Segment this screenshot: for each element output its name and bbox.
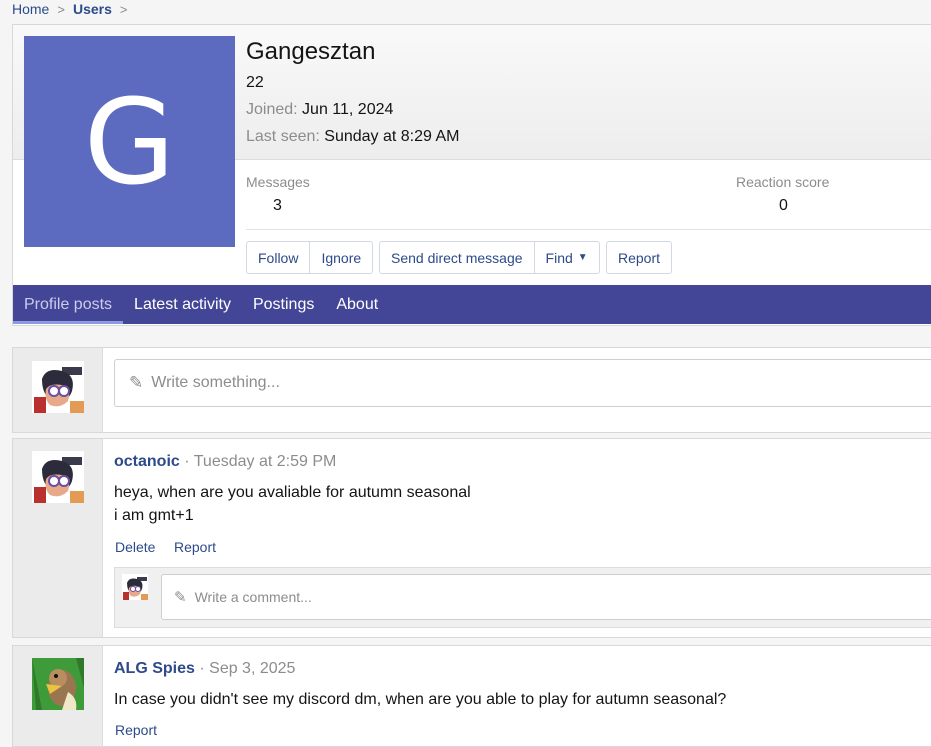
pencil-icon: ✎ [174, 589, 187, 606]
post-body: heya, when are you avaliable for autumn … [114, 481, 471, 527]
last-seen-value: Sunday at 8:29 AM [324, 128, 460, 145]
follow-ignore-group: Follow Ignore [246, 241, 374, 274]
profile-username: Gangesztan [246, 38, 376, 65]
joined-value: Jun 11, 2024 [302, 101, 394, 118]
profile-post: octanoic · Tuesday at 2:59 PM heya, when… [12, 438, 931, 638]
current-user-avatar[interactable] [32, 361, 84, 413]
report-profile-button[interactable]: Report [607, 242, 671, 273]
new-profile-post: ✎ Write something... [12, 347, 931, 433]
breadcrumb: Home > Users > [12, 0, 135, 18]
tab-about[interactable]: About [325, 285, 389, 324]
post-timestamp[interactable]: Sep 3, 2025 [209, 660, 295, 677]
messages-label: Messages [246, 174, 310, 190]
find-dropdown-button[interactable]: Find ▼ [533, 242, 599, 273]
find-label: Find [545, 249, 573, 266]
chevron-right-icon: > [57, 1, 65, 17]
reaction-score-label: Reaction score [736, 174, 830, 190]
comment-area: ✎ Write a comment... [114, 567, 931, 628]
joined-label: Joined: [246, 101, 298, 118]
post-author-link[interactable]: octanoic [114, 453, 180, 470]
report-post-link[interactable]: Report [174, 539, 216, 555]
post-author-link[interactable]: ALG Spies [114, 660, 195, 677]
post-separator: · [184, 453, 194, 470]
write-comment-input[interactable]: ✎ Write a comment... [161, 574, 931, 620]
stats-divider [246, 229, 931, 230]
comment-placeholder: Write a comment... [194, 589, 312, 605]
author-avatar[interactable] [32, 658, 84, 710]
post-header: octanoic · Tuesday at 2:59 PM [114, 453, 336, 471]
profile-last-seen: Last seen: Sunday at 8:29 AM [246, 128, 459, 146]
profile-joined: Joined: Jun 11, 2024 [246, 101, 393, 119]
ignore-button[interactable]: Ignore [309, 242, 372, 273]
follow-button[interactable]: Follow [247, 242, 309, 273]
write-something-input[interactable]: ✎ Write something... [114, 359, 931, 407]
report-group: Report [606, 241, 673, 274]
delete-post-link[interactable]: Delete [115, 539, 155, 555]
write-placeholder: Write something... [151, 374, 280, 391]
tab-profile-posts[interactable]: Profile posts [13, 285, 124, 324]
tab-postings[interactable]: Postings [242, 285, 325, 324]
reaction-score-value[interactable]: 0 [779, 197, 788, 215]
post-body: In case you didn't see my discord dm, wh… [114, 688, 726, 711]
profile-avatar[interactable]: G [24, 36, 235, 247]
profile-age: 22 [246, 74, 264, 91]
report-post-link[interactable]: Report [115, 722, 157, 738]
post-header: ALG Spies · Sep 3, 2025 [114, 660, 295, 678]
breadcrumb-home-link[interactable]: Home [12, 1, 49, 17]
profile-header: G Gangesztan 22 Joined: Jun 11, 2024 Las… [12, 24, 931, 326]
chevron-right-icon: > [119, 1, 128, 17]
caret-down-icon: ▼ [577, 252, 588, 263]
comment-user-avatar[interactable] [122, 574, 148, 600]
tab-latest-activity[interactable]: Latest activity [123, 285, 242, 324]
profile-tabs: Profile posts Latest activity Postings A… [13, 285, 931, 324]
profile-post: ALG Spies · Sep 3, 2025 In case you didn… [12, 645, 931, 747]
breadcrumb-users-link[interactable]: Users [73, 1, 112, 17]
post-text-line: heya, when are you avaliable for autumn … [114, 484, 471, 501]
post-text-line: i am gmt+1 [114, 507, 194, 524]
post-timestamp[interactable]: Tuesday at 2:59 PM [194, 453, 337, 470]
last-seen-label: Last seen: [246, 128, 320, 145]
messages-count[interactable]: 3 [273, 197, 282, 215]
post-text-line: In case you didn't see my discord dm, wh… [114, 691, 727, 708]
pencil-icon: ✎ [129, 373, 144, 392]
author-avatar[interactable] [32, 451, 84, 503]
send-direct-message-button[interactable]: Send direct message [380, 242, 534, 273]
message-find-group: Send direct message Find ▼ [379, 241, 600, 274]
post-separator: · [199, 660, 210, 677]
